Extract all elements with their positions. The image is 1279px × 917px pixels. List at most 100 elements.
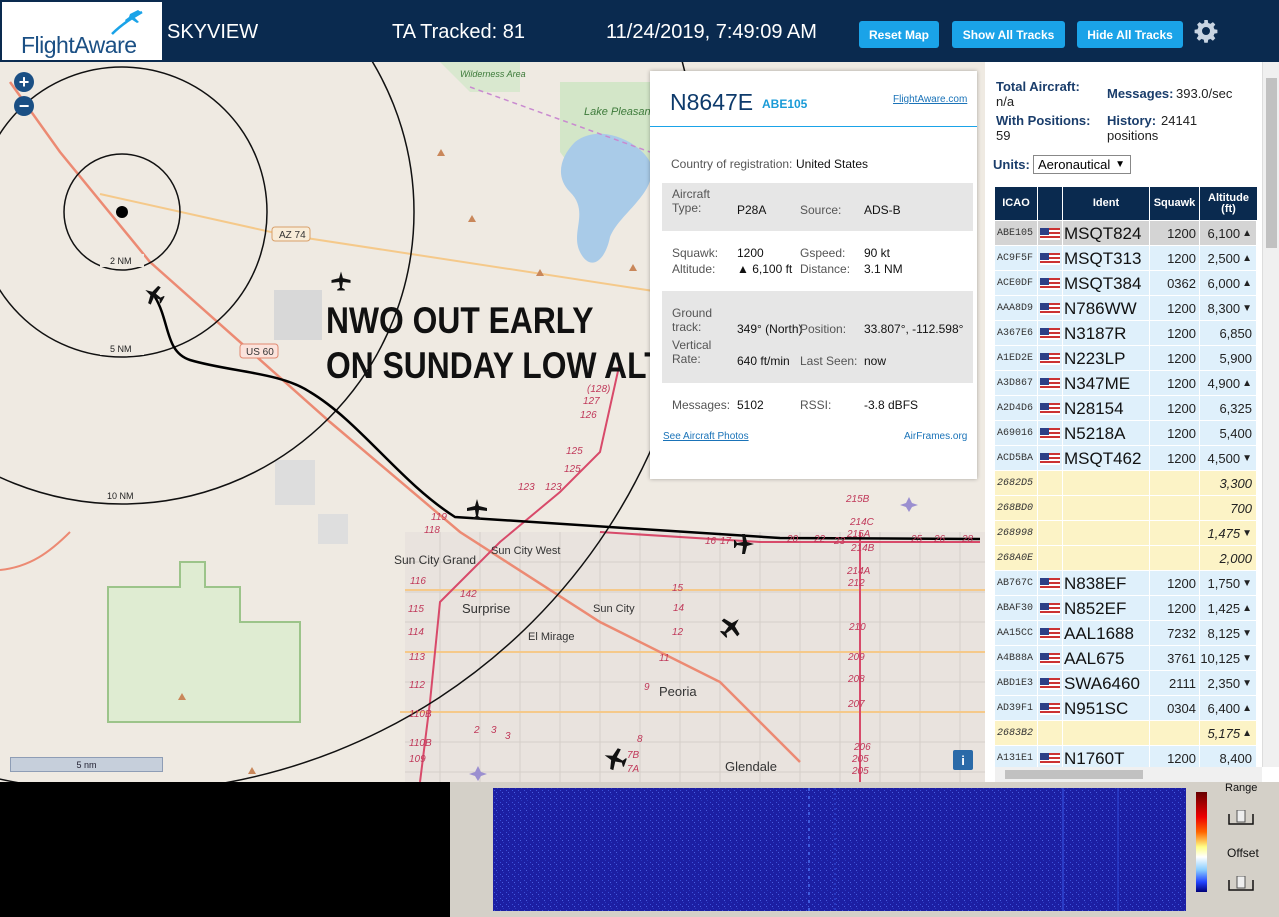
ring-labels: 2 NM 5 NM 10 NM xyxy=(107,256,134,501)
table-row[interactable]: ABAF30 N852EF 1200 1,425 ▲ xyxy=(995,596,1257,621)
aircraft-photos-link[interactable]: See Aircraft Photos xyxy=(663,431,749,442)
table-row[interactable]: ABE105 MSQT824 1200 6,100 ▲ xyxy=(995,221,1257,246)
units-select[interactable]: Aeronautical ▼ xyxy=(1033,155,1131,174)
altitude-cell: 1,475 ▼ xyxy=(1200,521,1257,546)
table-row[interactable]: A3D867 N347ME 1200 4,900 ▲ xyxy=(995,371,1257,396)
flightaware-link[interactable]: FlightAware.com xyxy=(893,94,967,105)
flag-cell xyxy=(1038,696,1063,721)
scrollbar-thumb[interactable] xyxy=(1266,78,1277,248)
last-seen-label: Last Seen: xyxy=(800,354,858,368)
squawk-cell: 2111 xyxy=(1150,671,1200,696)
altitude-cell: 6,000 ▲ xyxy=(1200,271,1257,296)
ring-label: 2 NM xyxy=(110,256,132,266)
gear-icon[interactable] xyxy=(1194,19,1218,43)
column-header-ident[interactable]: Ident xyxy=(1063,187,1150,220)
table-row[interactable]: 268998 1,475 ▼ xyxy=(995,521,1257,546)
table-row[interactable]: AA15CC AAL1688 7232 8,125 ▼ xyxy=(995,621,1257,646)
table-row[interactable]: ABD1E3 SWA6460 2111 2,350 ▼ xyxy=(995,671,1257,696)
descending-arrow-icon: ▼ xyxy=(1242,628,1252,639)
ident-cell: N951SC xyxy=(1063,696,1150,721)
horizontal-scrollbar[interactable] xyxy=(995,767,1262,782)
flightaware-logo[interactable]: FlightAware xyxy=(2,2,162,60)
icao-cell: AB767C xyxy=(995,571,1038,596)
zoom-out-button[interactable]: − xyxy=(14,96,34,116)
reset-map-button[interactable]: Reset Map xyxy=(859,21,939,48)
header-bar: FlightAware SKYVIEW TA Tracked: 81 11/24… xyxy=(0,0,1279,62)
map-info-button[interactable]: i xyxy=(953,750,973,770)
squawk-cell: 1200 xyxy=(1150,446,1200,471)
ident-cell: N347ME xyxy=(1063,371,1150,396)
ident-cell: N786WW xyxy=(1063,296,1150,321)
icao-cell: 2682D5 xyxy=(995,471,1038,496)
flag-cell xyxy=(1038,471,1063,496)
place-label: Surprise xyxy=(462,601,510,616)
country-label: Country of registration: xyxy=(671,157,793,171)
icao-cell: ACD5BA xyxy=(995,446,1038,471)
altitude-label: Altitude: xyxy=(672,262,716,276)
column-header-flag[interactable] xyxy=(1038,187,1063,220)
column-header-squawk[interactable]: Squawk xyxy=(1150,187,1200,220)
road-label: US 60 xyxy=(246,347,274,358)
descending-arrow-icon: ▼ xyxy=(1242,453,1252,464)
table-row[interactable]: 268A0E 2,000 xyxy=(995,546,1257,571)
altitude-value: 2,000 xyxy=(1219,551,1252,566)
offset-slider[interactable] xyxy=(1227,876,1255,892)
altitude-value: 1,425 xyxy=(1207,601,1241,616)
svg-text:125: 125 xyxy=(566,446,583,457)
svg-text:8: 8 xyxy=(637,734,643,745)
icao-cell: 268BD0 xyxy=(995,496,1038,521)
aircraft-detail-popup: N8647E ABE105 FlightAware.com Country of… xyxy=(650,71,977,479)
show-all-tracks-button[interactable]: Show All Tracks xyxy=(952,21,1065,48)
altitude-value: 10,125 xyxy=(1200,651,1241,666)
us-flag-icon xyxy=(1040,627,1060,640)
flag-cell xyxy=(1038,296,1063,321)
svg-text:25: 25 xyxy=(910,534,923,545)
table-row[interactable]: AAA8D9 N786WW 1200 8,300 ▼ xyxy=(995,296,1257,321)
svg-text:214C: 214C xyxy=(849,517,875,528)
zoom-in-button[interactable]: + xyxy=(14,72,34,92)
range-slider[interactable] xyxy=(1227,810,1255,826)
table-row[interactable]: 268BD0 700 xyxy=(995,496,1257,521)
aircraft-list-panel: Total Aircraft: n/a Messages: 393.0/sec … xyxy=(985,62,1279,796)
table-row[interactable]: A4B88A AAL675 3761 10,125 ▼ xyxy=(995,646,1257,671)
icao-cell: ACE0DF xyxy=(995,271,1038,296)
hide-all-tracks-button[interactable]: Hide All Tracks xyxy=(1077,21,1183,48)
svg-text:20: 20 xyxy=(786,534,799,545)
ident-cell: N28154 xyxy=(1063,396,1150,421)
svg-text:9: 9 xyxy=(644,682,650,693)
table-row[interactable]: A69016 N5218A 1200 5,400 xyxy=(995,421,1257,446)
altitude-value: 8,125 xyxy=(1207,626,1241,641)
table-row[interactable]: A2D4D6 N28154 1200 6,325 xyxy=(995,396,1257,421)
place-label: Sun City xyxy=(593,603,635,615)
altitude-value: 2,500 xyxy=(1207,251,1241,266)
table-row[interactable]: 2682D5 3,300 xyxy=(995,471,1257,496)
popup-callsign: ABE105 xyxy=(762,97,808,111)
distance-label: Distance: xyxy=(800,262,851,276)
road xyxy=(0,531,71,571)
table-row[interactable]: 2683B2 5,175 ▲ xyxy=(995,721,1257,746)
table-row[interactable]: ACE0DF MSQT384 0362 6,000 ▲ xyxy=(995,271,1257,296)
ident-cell: SWA6460 xyxy=(1063,671,1150,696)
with-positions-label: With Positions: xyxy=(996,113,1091,128)
squawk-label: Squawk: xyxy=(672,246,719,260)
ident-cell: MSQT313 xyxy=(1063,246,1150,271)
table-row[interactable]: ACD5BA MSQT462 1200 4,500 ▼ xyxy=(995,446,1257,471)
flag-cell xyxy=(1038,446,1063,471)
vertical-scrollbar[interactable] xyxy=(1262,62,1279,767)
airframes-link[interactable]: AirFrames.org xyxy=(904,431,967,442)
squawk-cell: 1200 xyxy=(1150,596,1200,621)
table-row[interactable]: AB767C N838EF 1200 1,750 ▼ xyxy=(995,571,1257,596)
flag-cell xyxy=(1038,721,1063,746)
range-label: Range xyxy=(1225,782,1258,794)
svg-text:214B: 214B xyxy=(850,543,875,554)
column-header-altitude[interactable]: Altitude (ft) xyxy=(1200,187,1257,220)
table-row[interactable]: AD39F1 N951SC 0304 6,400 ▲ xyxy=(995,696,1257,721)
place-label: Sun City West xyxy=(491,545,561,557)
table-row[interactable]: A1ED2E N223LP 1200 5,900 xyxy=(995,346,1257,371)
squawk-cell: 1200 xyxy=(1150,421,1200,446)
column-header-icao[interactable]: ICAO xyxy=(995,187,1038,220)
table-row[interactable]: A367E6 N3187R 1200 6,850 xyxy=(995,321,1257,346)
table-row[interactable]: AC9F5F MSQT313 1200 2,500 ▲ xyxy=(995,246,1257,271)
flag-cell xyxy=(1038,596,1063,621)
scrollbar-thumb[interactable] xyxy=(1005,770,1143,779)
